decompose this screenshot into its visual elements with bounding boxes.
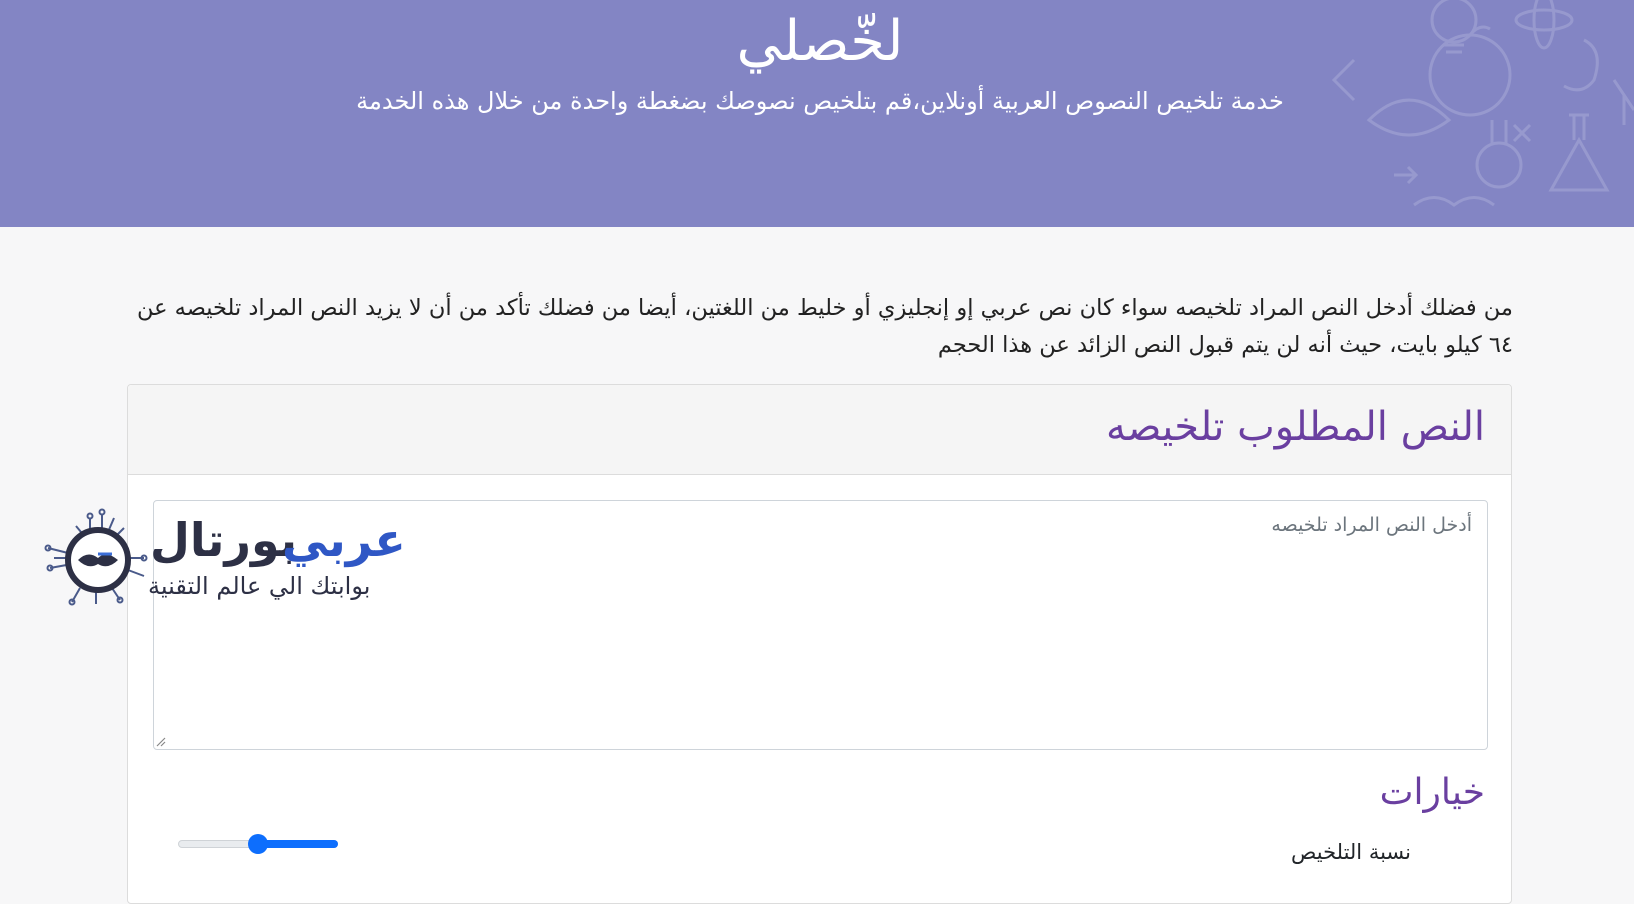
hero-banner: لخّصلي خدمة تلخيص النصوص العربية أونلاين… — [0, 0, 1634, 227]
card-title: النص المطلوب تلخيصه — [1105, 404, 1485, 450]
resize-grip-icon[interactable] — [155, 736, 167, 748]
logo-word-portal: بورتال — [150, 513, 298, 567]
logo-tagline: بوابتك الي عالم التقنية — [148, 572, 371, 600]
slider-fill — [258, 840, 338, 848]
logo-word-arabi: عربي — [282, 513, 406, 567]
summary-ratio-slider[interactable] — [178, 834, 338, 854]
textarea-placeholder: أدخل النص المراد تلخيصه — [1271, 514, 1472, 536]
arabi-portal-watermark-logo: بورتال عربي بوابتك الي عالم التقنية — [40, 508, 406, 608]
summary-ratio-label: نسبة التلخيص — [1291, 840, 1411, 864]
summary-form-card: النص المطلوب تلخيصه أدخل النص المراد تلخ… — [127, 384, 1512, 904]
options-heading: خيارات — [1379, 772, 1485, 813]
site-subtitle: خدمة تلخيص النصوص العربية أونلاين،قم بتل… — [356, 87, 1284, 115]
intro-instructions: من فضلك أدخل النص المراد تلخيصه سواء كان… — [136, 295, 1513, 358]
card-header: النص المطلوب تلخيصه — [128, 385, 1511, 475]
slider-thumb[interactable] — [248, 834, 268, 854]
handshake-circuit-icon — [44, 508, 148, 606]
site-title: لخّصلي — [736, 9, 904, 74]
